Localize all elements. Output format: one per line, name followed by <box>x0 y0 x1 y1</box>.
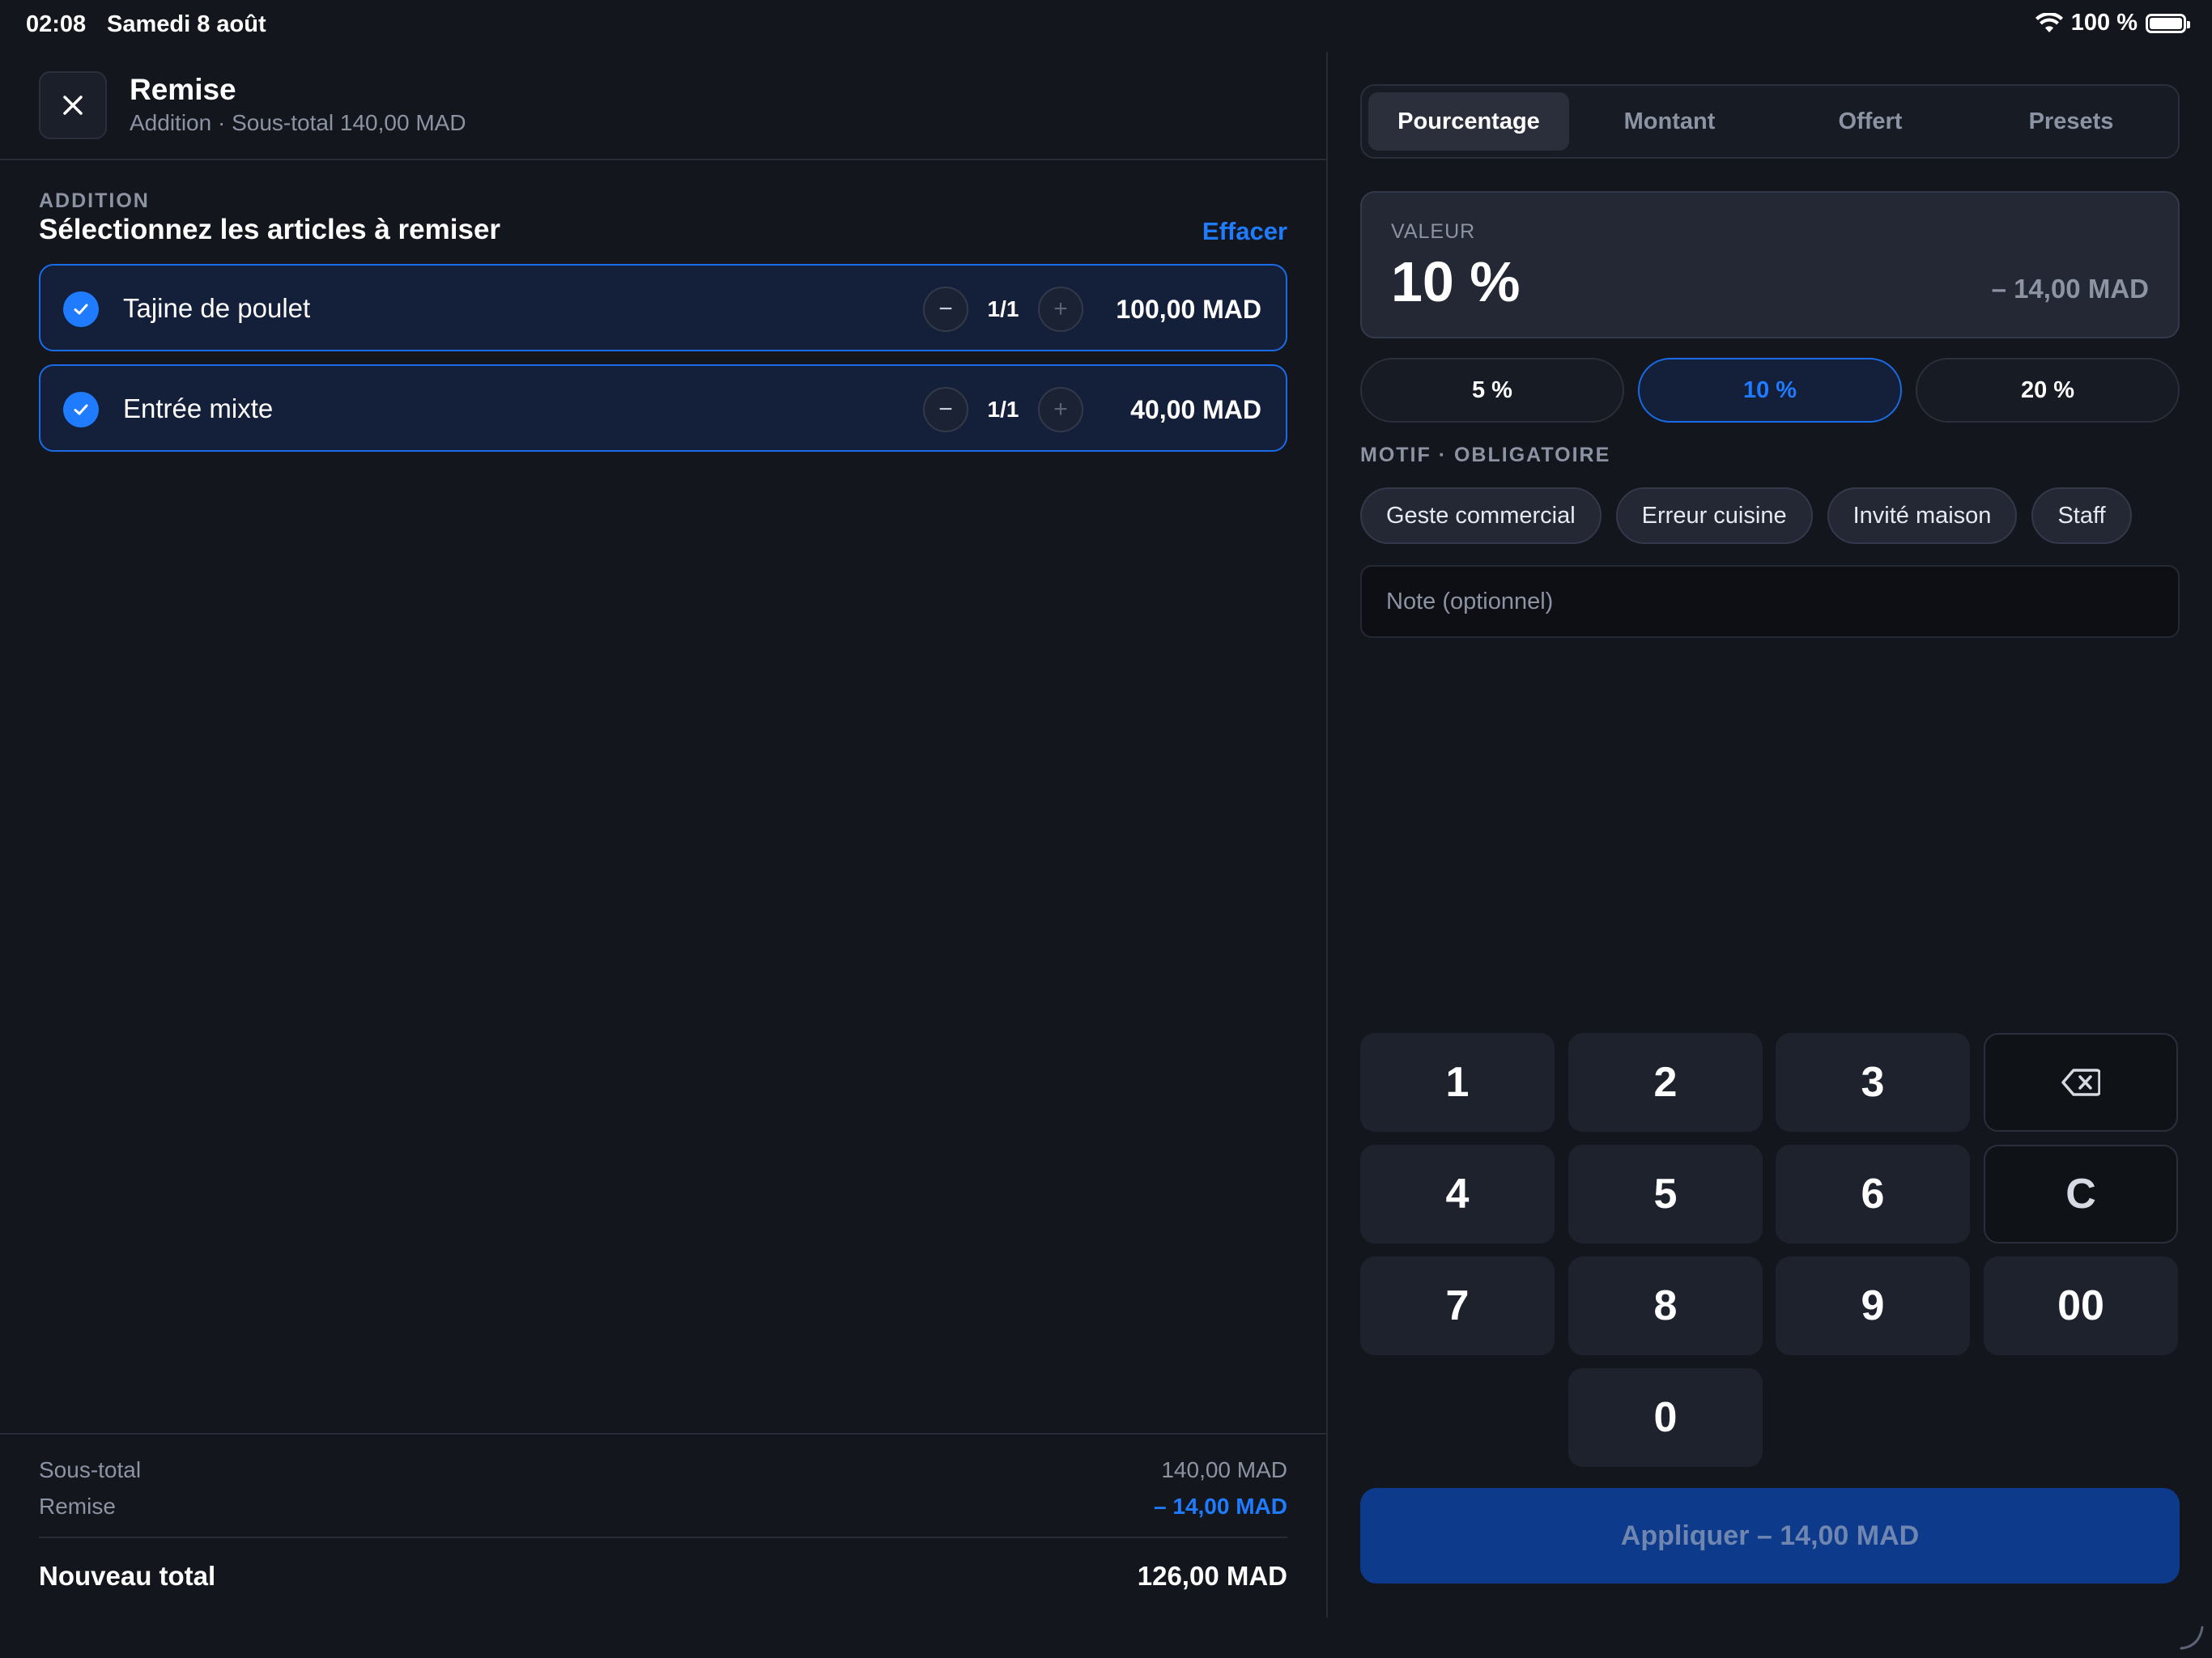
chip-staff[interactable]: Staff <box>2031 487 2132 544</box>
key-7[interactable]: 7 <box>1360 1256 1555 1355</box>
preset-5-button[interactable]: 5 % <box>1360 358 1624 423</box>
panel-divider <box>1326 52 1328 1618</box>
chip-invite-maison[interactable]: Invité maison <box>1827 487 2018 544</box>
key-6[interactable]: 6 <box>1776 1145 1970 1244</box>
status-right: 100 % <box>2035 10 2190 36</box>
subtotal-value: 140,00 MAD <box>1161 1457 1287 1482</box>
key-8[interactable]: 8 <box>1568 1256 1763 1355</box>
item-name: Tajine de poulet <box>123 293 311 323</box>
items-panel: Remise Addition · Sous-total 140,00 MAD … <box>0 52 1326 1618</box>
chip-erreur-cuisine[interactable]: Erreur cuisine <box>1615 487 1813 544</box>
preset-10-button[interactable]: 10 % <box>1638 358 1902 423</box>
clear-key[interactable]: C <box>1984 1145 2178 1244</box>
item-row[interactable]: Tajine de poulet − 1/1 + 100,00 MAD <box>39 264 1287 351</box>
tab-presets[interactable]: Presets <box>1971 92 2172 151</box>
key-9[interactable]: 9 <box>1776 1256 1970 1355</box>
page-subtitle: Addition · Sous-total 140,00 MAD <box>130 110 466 135</box>
backspace-button[interactable] <box>1984 1033 2178 1132</box>
clear-link[interactable]: Effacer <box>1202 217 1287 246</box>
tab-pourcentage[interactable]: Pourcentage <box>1368 92 1569 151</box>
section-label: ADDITION <box>39 189 150 212</box>
preset-20-button[interactable]: 20 % <box>1916 358 2180 423</box>
key-1[interactable]: 1 <box>1360 1033 1555 1132</box>
chip-geste-commercial[interactable]: Geste commercial <box>1360 487 1602 544</box>
subtotal-row: Sous-total 140,00 MAD <box>39 1457 1287 1483</box>
battery-icon <box>2146 13 2190 33</box>
discount-row: Remise – 14,00 MAD <box>39 1494 1287 1520</box>
discount-value: – 14,00 MAD <box>1154 1494 1287 1519</box>
increment-button[interactable]: + <box>1038 387 1083 432</box>
status-bar: 02:08 Samedi 8 août 100 % <box>0 0 2212 52</box>
item-row[interactable]: Entrée mixte − 1/1 + 40,00 MAD <box>39 364 1287 452</box>
item-price: 100,00 MAD <box>1116 294 1261 324</box>
key-0[interactable]: 0 <box>1568 1368 1763 1467</box>
page-title: Remise <box>130 73 236 106</box>
key-3[interactable]: 3 <box>1776 1033 1970 1132</box>
totals-divider <box>0 1433 1326 1435</box>
total-value: 126,00 MAD <box>1137 1561 1287 1591</box>
discount-label: Remise <box>39 1494 116 1519</box>
key-2[interactable]: 2 <box>1568 1033 1763 1132</box>
total-label: Nouveau total <box>39 1561 216 1591</box>
motif-label: MOTIF · OBLIGATOIRE <box>1360 444 1611 466</box>
value-label: VALEUR <box>1391 220 1476 243</box>
discount-type-tabs: Pourcentage Montant Offert Presets <box>1360 84 2180 159</box>
item-price: 40,00 MAD <box>1130 394 1261 424</box>
close-button[interactable] <box>39 71 107 139</box>
checkbox-checked-icon[interactable] <box>63 392 99 427</box>
subtotal-label: Sous-total <box>39 1457 142 1482</box>
section-title: Sélectionnez les articles à remiser <box>39 214 501 245</box>
header-divider <box>0 159 1326 160</box>
close-icon <box>63 96 83 115</box>
decrement-button[interactable]: − <box>923 387 968 432</box>
key-4[interactable]: 4 <box>1360 1145 1555 1244</box>
total-row: Nouveau total 126,00 MAD <box>39 1561 1287 1592</box>
checkbox-checked-icon[interactable] <box>63 291 99 327</box>
status-time: 02:08 <box>26 11 87 37</box>
battery-percent: 100 % <box>2070 10 2138 36</box>
apply-button[interactable]: Appliquer – 14,00 MAD <box>1360 1488 2180 1584</box>
key-5[interactable]: 5 <box>1568 1145 1763 1244</box>
item-qty: 1/1 <box>987 397 1019 422</box>
value-percent: 10 % <box>1391 250 1521 313</box>
resize-handle-icon <box>2180 1626 2204 1650</box>
value-display: VALEUR 10 % – 14,00 MAD <box>1360 191 2180 338</box>
tab-montant[interactable]: Montant <box>1569 92 1770 151</box>
increment-button[interactable]: + <box>1038 287 1083 332</box>
motif-chips: Geste commercial Erreur cuisine Invité m… <box>1360 487 2132 544</box>
totals-inner-divider <box>39 1537 1287 1538</box>
wifi-icon <box>2035 12 2063 32</box>
value-amount: – 14,00 MAD <box>1991 274 2149 304</box>
note-input[interactable] <box>1360 565 2180 638</box>
backspace-icon <box>2061 1069 2100 1096</box>
item-name: Entrée mixte <box>123 393 274 423</box>
decrement-button[interactable]: − <box>923 287 968 332</box>
quantity-stepper: − 1/1 + 40,00 MAD <box>923 386 1261 433</box>
status-date: Samedi 8 août <box>107 11 266 37</box>
quantity-stepper: − 1/1 + 100,00 MAD <box>923 286 1261 333</box>
item-qty: 1/1 <box>987 296 1019 321</box>
key-00[interactable]: 00 <box>1984 1256 2178 1355</box>
tab-offert[interactable]: Offert <box>1770 92 1971 151</box>
